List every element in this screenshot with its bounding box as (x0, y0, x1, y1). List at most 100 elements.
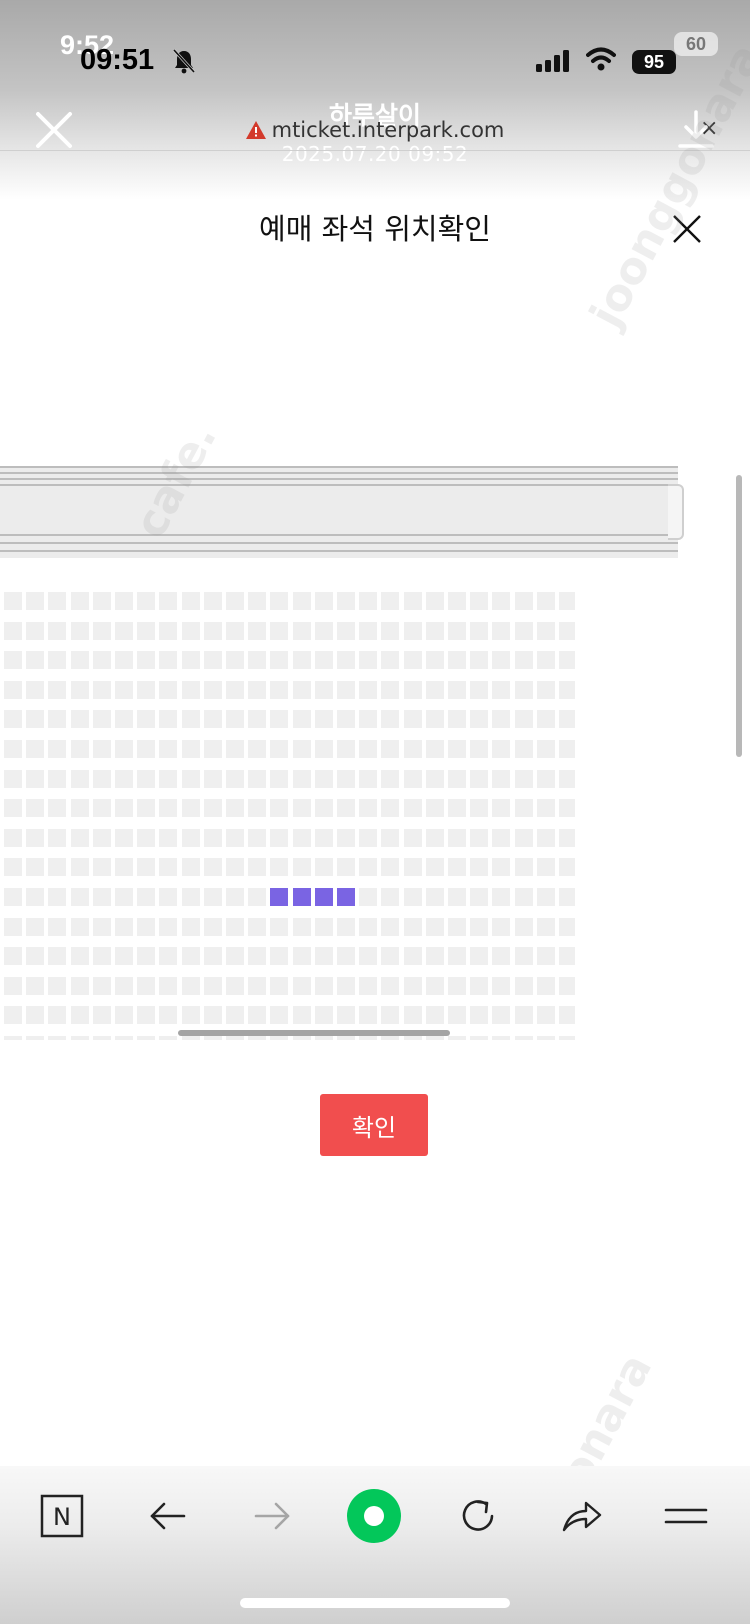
seat[interactable] (337, 799, 355, 818)
seat[interactable] (359, 592, 378, 610)
seat[interactable] (270, 1006, 289, 1025)
seat[interactable] (181, 976, 200, 995)
seat[interactable] (337, 621, 355, 640)
seat[interactable] (337, 947, 355, 966)
seat[interactable] (248, 888, 267, 906)
seat[interactable] (514, 976, 533, 995)
seat[interactable] (314, 1036, 333, 1040)
share-icon[interactable] (560, 1494, 604, 1538)
seat[interactable] (492, 799, 511, 818)
horizontal-scrollbar[interactable] (178, 1030, 450, 1036)
seat[interactable] (314, 592, 333, 610)
naver-icon[interactable]: N (40, 1494, 84, 1538)
seat[interactable] (181, 947, 200, 966)
seat[interactable] (115, 888, 133, 906)
seat[interactable] (292, 1006, 311, 1025)
seat[interactable] (314, 976, 333, 995)
seat[interactable] (448, 976, 466, 995)
seat[interactable] (514, 858, 533, 877)
seat[interactable] (359, 680, 378, 699)
seat[interactable] (92, 917, 111, 936)
seat[interactable] (492, 917, 511, 936)
seat[interactable] (248, 1006, 267, 1025)
seat[interactable] (248, 651, 267, 670)
seat[interactable] (4, 828, 22, 847)
seat[interactable] (48, 651, 67, 670)
seat[interactable] (536, 917, 555, 936)
seat[interactable] (137, 769, 156, 788)
seat[interactable] (181, 828, 200, 847)
seat[interactable] (26, 976, 45, 995)
seat[interactable] (92, 740, 111, 758)
seat[interactable] (337, 917, 355, 936)
seat[interactable] (337, 828, 355, 847)
seat[interactable] (248, 710, 267, 729)
seat[interactable] (536, 680, 555, 699)
seat[interactable] (492, 592, 511, 610)
seat[interactable] (470, 828, 489, 847)
seat[interactable] (514, 799, 533, 818)
seat[interactable] (337, 1036, 355, 1040)
seat[interactable] (226, 740, 244, 758)
seat[interactable] (448, 592, 466, 610)
naver-home-icon[interactable] (346, 1488, 402, 1544)
seat[interactable] (203, 1006, 222, 1025)
seat[interactable] (92, 651, 111, 670)
seat[interactable] (115, 917, 133, 936)
seat[interactable] (203, 710, 222, 729)
seat[interactable] (492, 1036, 511, 1040)
seat[interactable] (425, 976, 444, 995)
seat[interactable] (425, 917, 444, 936)
seat[interactable] (248, 621, 267, 640)
seat[interactable] (448, 651, 466, 670)
seat[interactable] (314, 917, 333, 936)
seat[interactable] (536, 651, 555, 670)
seat[interactable] (137, 799, 156, 818)
seat[interactable] (4, 1006, 22, 1025)
seat[interactable] (292, 976, 311, 995)
seat[interactable] (536, 1006, 555, 1025)
seat[interactable] (48, 592, 67, 610)
seat[interactable] (226, 888, 244, 906)
seat[interactable] (203, 592, 222, 610)
seat[interactable] (381, 769, 400, 788)
seat[interactable] (514, 740, 533, 758)
seat[interactable] (92, 710, 111, 729)
seat[interactable] (403, 680, 422, 699)
seat[interactable] (4, 740, 22, 758)
seat[interactable] (381, 651, 400, 670)
seat[interactable] (270, 917, 289, 936)
seat[interactable] (115, 828, 133, 847)
seat[interactable] (159, 917, 178, 936)
seat[interactable] (381, 799, 400, 818)
seat[interactable] (337, 592, 355, 610)
seat[interactable] (48, 621, 67, 640)
seat[interactable] (48, 1036, 67, 1040)
seat[interactable] (115, 621, 133, 640)
seat[interactable] (203, 680, 222, 699)
seat[interactable] (92, 799, 111, 818)
menu-icon[interactable] (664, 1494, 708, 1538)
seat[interactable] (359, 651, 378, 670)
seat[interactable] (292, 680, 311, 699)
seat[interactable] (559, 828, 575, 847)
seat[interactable] (248, 828, 267, 847)
seat[interactable] (292, 858, 311, 877)
seat[interactable] (359, 828, 378, 847)
seat[interactable] (470, 651, 489, 670)
seat[interactable] (536, 976, 555, 995)
seat[interactable] (48, 976, 67, 995)
seat[interactable] (470, 947, 489, 966)
seat[interactable] (381, 858, 400, 877)
seat[interactable] (203, 1036, 222, 1040)
seat[interactable] (4, 917, 22, 936)
seat[interactable] (403, 858, 422, 877)
seat[interactable] (314, 828, 333, 847)
seat[interactable] (203, 888, 222, 906)
seat[interactable] (359, 976, 378, 995)
seat[interactable] (314, 621, 333, 640)
seat[interactable] (559, 651, 575, 670)
seat[interactable] (403, 947, 422, 966)
seat[interactable] (270, 858, 289, 877)
seat[interactable] (337, 858, 355, 877)
